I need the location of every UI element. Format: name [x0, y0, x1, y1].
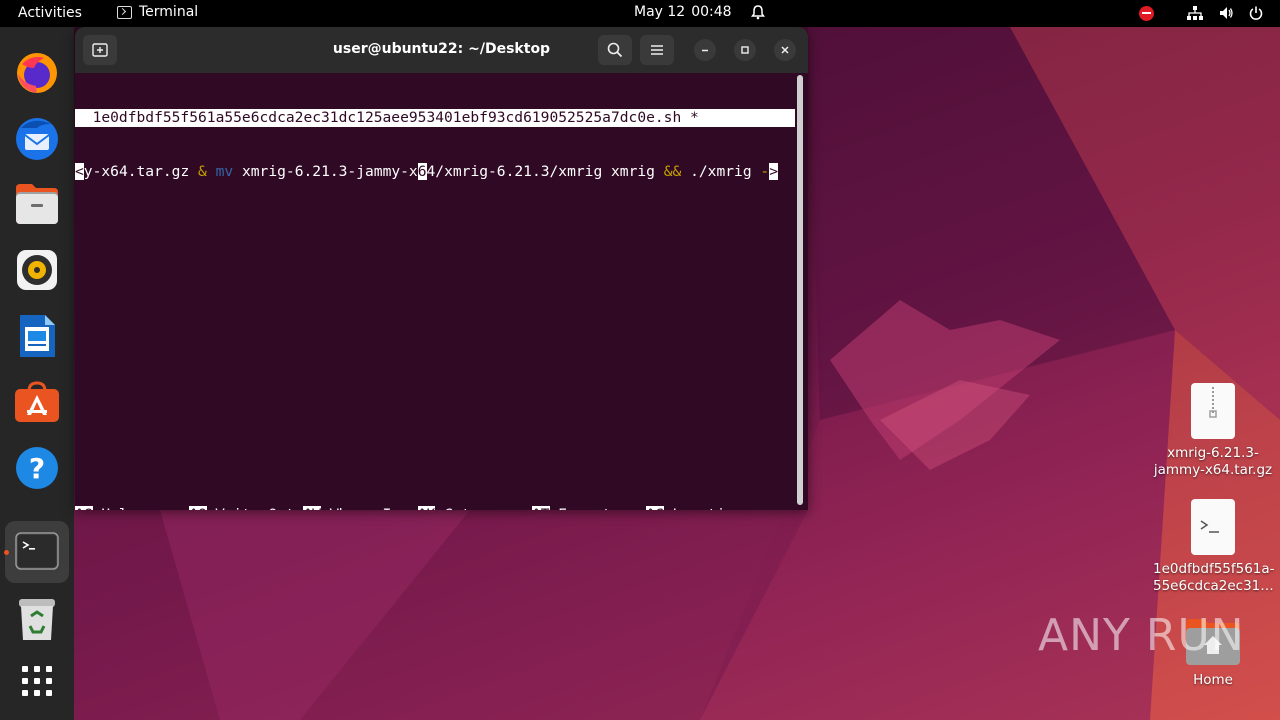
terminal-window: user@ubuntu22: ~/Desktop 1e0dfbdf55f561a… [75, 27, 808, 510]
file-label-line1: 1e0dfbdf55f561a- [1153, 561, 1275, 577]
search-button[interactable] [598, 35, 632, 65]
files-icon[interactable] [13, 180, 61, 228]
line-text-c: 4/xmrig-6.21.3/xmrig xmrig [426, 163, 664, 180]
line-text-d: ./xmrig [681, 163, 761, 180]
rhythmbox-icon[interactable] [13, 246, 61, 294]
desktop-file-xmrig-archive[interactable]: xmrig-6.21.3- jammy-x64.tar.gz [1153, 383, 1273, 479]
app-menu[interactable]: Terminal [117, 4, 198, 20]
menu-button[interactable] [640, 35, 674, 65]
line-text-b: xmrig-6.21.3-jammy-x [233, 163, 418, 180]
shortcut-key: ^O [189, 506, 207, 510]
archive-file-icon [1191, 383, 1235, 439]
shortcut-key: ^K [417, 506, 436, 510]
shortcut-label: Cut [435, 506, 532, 510]
minimize-icon [702, 49, 708, 52]
file-label-line2: 55e6cdca2ec31… [1153, 578, 1274, 594]
app-center-icon[interactable] [13, 378, 61, 426]
nano-shortcuts: ^G Help ^O Write Out ^W Where Is ^K Cut … [75, 470, 760, 510]
system-tray[interactable] [1139, 5, 1264, 21]
shortcut-key: ^C [646, 506, 664, 510]
line-dash: - [760, 163, 770, 180]
maximize-icon [741, 46, 749, 54]
power-icon[interactable] [1248, 5, 1264, 21]
time: 00:48 [691, 4, 732, 20]
trash-icon[interactable] [13, 595, 61, 643]
terminal-icon [117, 5, 132, 19]
firefox-icon[interactable] [13, 49, 61, 97]
maximize-button[interactable] [734, 39, 756, 61]
shortcut-key: ^T [531, 506, 550, 510]
line-text-a: y-x64.tar.gz [83, 163, 199, 180]
volume-icon[interactable] [1218, 5, 1234, 21]
thunderbird-icon[interactable] [13, 114, 61, 162]
close-button[interactable] [774, 39, 796, 61]
dock: ? [0, 27, 74, 720]
window-headerbar[interactable]: user@ubuntu22: ~/Desktop [75, 27, 808, 73]
nano-edit-line: <y-x64.tar.gz & mv xmrig-6.21.3-jammy-x6… [75, 163, 795, 181]
shortcut-label: Location [664, 506, 743, 510]
line-mv: mv [215, 163, 234, 180]
terminal-scrollbar[interactable] [797, 75, 803, 505]
network-icon[interactable] [1186, 5, 1204, 21]
terminal-content[interactable]: 1e0dfbdf55f561a55e6cdca2ec31dc125aee9534… [75, 73, 795, 510]
shortcut-key: ^G [75, 506, 93, 510]
close-icon [781, 46, 789, 54]
libreoffice-writer-icon[interactable] [13, 312, 61, 360]
text-cursor: 6 [417, 163, 427, 180]
terminal-dock-icon[interactable] [13, 527, 61, 575]
minimize-button[interactable] [694, 39, 716, 61]
line-andand: && [663, 163, 682, 180]
shortcut-key: ^W [303, 506, 322, 510]
line-amp: & [198, 163, 207, 180]
desktop-file-shell-script[interactable]: 1e0dfbdf55f561a- 55e6cdca2ec31… [1153, 499, 1275, 595]
svg-text:?: ? [29, 452, 45, 485]
nano-title-line: 1e0dfbdf55f561a55e6cdca2ec31dc125aee9534… [75, 109, 795, 127]
shortcut-label: Where Is [321, 506, 418, 510]
script-file-icon [1191, 499, 1235, 555]
help-icon[interactable]: ? [13, 444, 61, 492]
anyrun-watermark: ANY RUN [1038, 610, 1245, 661]
shortcut-label: Write Out [207, 506, 304, 510]
running-indicator [4, 550, 9, 555]
clock[interactable]: May 12 00:48 [634, 4, 766, 20]
overflow-left-marker: < [75, 163, 84, 180]
notification-bell-icon [750, 5, 765, 20]
file-label-line1: xmrig-6.21.3- [1167, 445, 1259, 461]
activities-button[interactable]: Activities [18, 5, 82, 21]
overflow-right-marker: > [769, 163, 778, 180]
search-icon [607, 42, 623, 58]
show-apps-icon[interactable] [13, 657, 61, 705]
date: May 12 [634, 4, 686, 20]
home-label: Home [1193, 672, 1233, 688]
shortcut-label: Execute [550, 506, 647, 510]
do-not-disturb-icon[interactable] [1139, 5, 1154, 21]
hamburger-menu-icon [651, 45, 663, 55]
file-label-line2: jammy-x64.tar.gz [1153, 462, 1273, 478]
shortcut-label: Help [93, 506, 190, 510]
top-bar: Activities Terminal May 12 00:48 [0, 0, 1280, 27]
shortcuts-row-1: ^G Help ^O Write Out ^W Where Is ^K Cut … [75, 506, 760, 510]
app-name: Terminal [139, 4, 199, 20]
